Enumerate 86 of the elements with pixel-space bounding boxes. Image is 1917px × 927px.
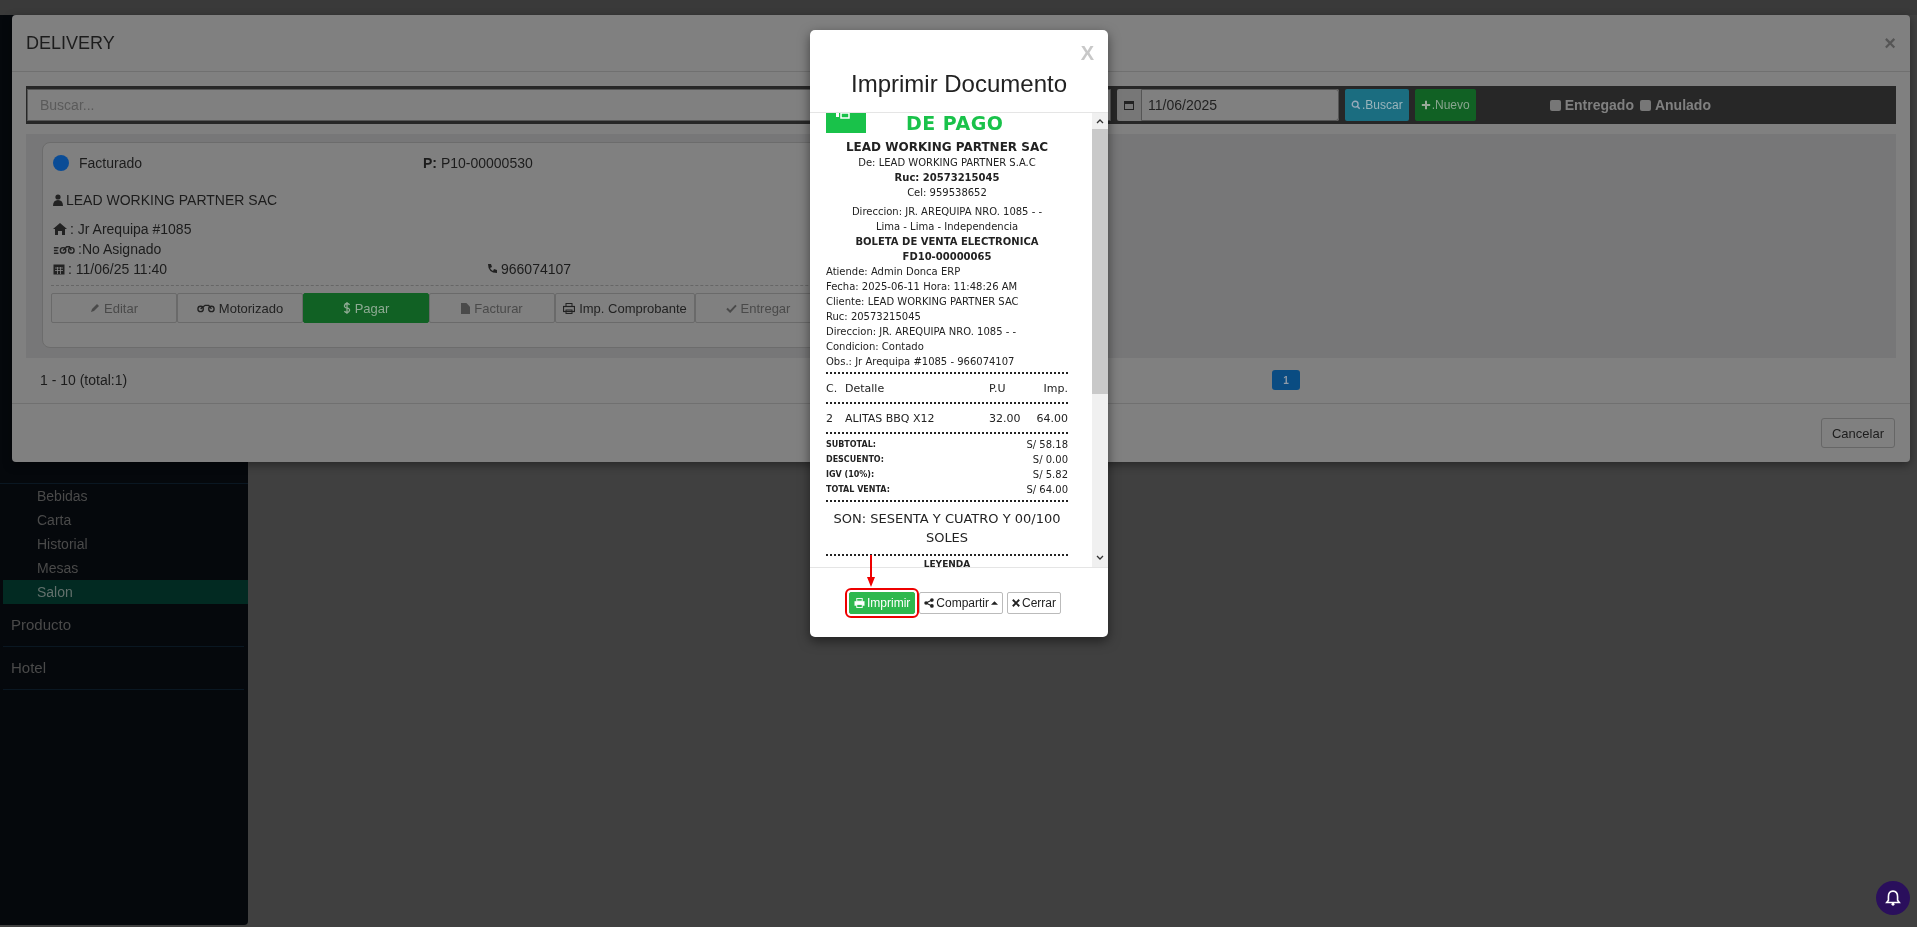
total-label: IGV (10%): (826, 469, 875, 481)
user-icon (53, 194, 63, 206)
search-icon (1351, 100, 1361, 110)
total-label: SUBTOTAL: (826, 439, 876, 451)
receipt-line: Obs.: Jr Arequipa #1085 - 966074107 (826, 355, 1016, 369)
arrow-annotation (866, 554, 876, 587)
receipt-line: Condicion: Contado (826, 340, 925, 354)
address-text: : Jr Arequipa #1085 (70, 221, 192, 237)
sidebar-subitem[interactable]: Carta (3, 508, 248, 532)
bell-icon (1885, 890, 1901, 906)
column-header: C. (826, 381, 839, 395)
table-cell-text: 64.00 (1035, 411, 1068, 425)
receipt-line: Fecha: 2025-06-11 Hora: 11:48:26 AM (826, 280, 1019, 294)
sidebar-subitem[interactable]: Historial (3, 532, 248, 556)
receipt-line: FD10-00000065 (901, 250, 993, 264)
notification-button[interactable] (1876, 881, 1910, 915)
receipt-line: Direccion: JR. AREQUIPA NRO. 1085 - - (850, 205, 1044, 219)
sidebar-item[interactable]: Hotel (3, 647, 244, 690)
legend-heading: LEYENDA (922, 559, 972, 567)
new-button[interactable]: .Nuevo (1414, 89, 1476, 121)
filter-checkbox[interactable]: Entregado (1549, 97, 1634, 113)
action-button[interactable]: Imp. Comprobante (555, 293, 695, 323)
column-header: P.U (989, 381, 1007, 395)
pencil-icon (90, 303, 100, 313)
sidebar-subitem[interactable]: Mesas (3, 556, 248, 580)
motorcycle-icon (196, 303, 215, 313)
cancel-button[interactable]: Cancelar (1820, 418, 1895, 448)
dollar-icon (342, 302, 351, 314)
share-button[interactable]: Compartir (919, 591, 1003, 614)
amount-in-words: SON: SESENTA Y CUATRO Y 00/100 SOLES (832, 510, 1062, 547)
search-button[interactable]: .Buscar (1345, 89, 1409, 121)
receipt-line: Ruc: 20573215045 (826, 310, 922, 324)
phone-number: 966074107 (501, 261, 572, 277)
scroll-down-icon[interactable] (1096, 554, 1104, 560)
document-icon (461, 302, 471, 314)
sidebar-subitem[interactable]: Salon (3, 580, 248, 604)
home-icon (53, 223, 67, 235)
total-value: S/ 5.82 (1032, 468, 1068, 482)
total-label: TOTAL VENTA: (826, 484, 890, 496)
close-button[interactable]: Cerrar (1007, 591, 1061, 614)
printer-icon (854, 597, 865, 608)
total-value: S/ 58.18 (1026, 438, 1068, 452)
receipt-line: BOLETA DE VENTA ELECTRONICA (854, 235, 1040, 249)
share-icon (924, 597, 935, 608)
close-button[interactable]: × (1884, 31, 1896, 55)
calendar-icon (53, 263, 65, 275)
receipt-line: Cliente: LEAD WORKING PARTNER SAC (826, 295, 1020, 309)
close-icon (1012, 598, 1020, 607)
scroll-up-icon[interactable] (1096, 118, 1104, 124)
phone-icon (486, 263, 498, 275)
column-header: Imp. (1042, 381, 1068, 395)
plus-icon (1420, 100, 1431, 110)
page-button[interactable]: 1 (1272, 370, 1300, 391)
receipt-line: Direccion: JR. AREQUIPA NRO. 1085 - - (826, 325, 1018, 339)
sidebar-item[interactable]: Producto (3, 604, 244, 647)
total-value: S/ 0.00 (1032, 453, 1068, 467)
total-label: DESCUENTO: (826, 454, 884, 466)
receipt-line: Ruc: 20573215045 (893, 171, 1001, 185)
status-text: Facturado (79, 155, 144, 171)
table-cell-text: ALITAS BBQ X12 (845, 411, 936, 425)
company-name: LEAD WORKING PARTNER SAC (844, 140, 1049, 155)
driver-text: :No Asignado (78, 241, 162, 257)
scrollbar[interactable] (1092, 113, 1108, 567)
table-cell-text: 2 (826, 411, 834, 425)
customer-name: LEAD WORKING PARTNER SAC (66, 192, 278, 208)
calendar-icon (1123, 99, 1135, 111)
total-value: S/ 64.00 (1026, 483, 1068, 497)
date-text: : 11/06/25 11:40 (68, 261, 169, 277)
action-button[interactable]: Pagar (303, 293, 429, 323)
filter-checkbox[interactable]: Anulado (1639, 97, 1711, 113)
printer-icon (563, 302, 576, 314)
logo-icon (826, 113, 866, 133)
column-header: Detalle (845, 381, 886, 395)
action-button[interactable]: Motorizado (177, 293, 303, 323)
receipt-line: De: LEAD WORKING PARTNER S.A.C (857, 156, 1037, 170)
receipt-line: Cel: 959538652 (906, 186, 988, 200)
order-number: P: P10-00000530 (423, 155, 533, 171)
dialog-title: DELIVERY (26, 32, 115, 54)
date-field[interactable]: 11/06/2025 (1141, 89, 1339, 121)
check-icon (725, 303, 737, 313)
caret-icon (991, 600, 998, 605)
motorcycle-icon (53, 243, 75, 255)
table-cell-text: 32.00 (989, 411, 1022, 425)
sidebar-subitem[interactable]: Bebidas (3, 484, 248, 508)
receipt-line: Atiende: Admin Donca ERP (826, 265, 962, 279)
receipt-line: Lima - Lima - Independencia (874, 220, 1020, 234)
